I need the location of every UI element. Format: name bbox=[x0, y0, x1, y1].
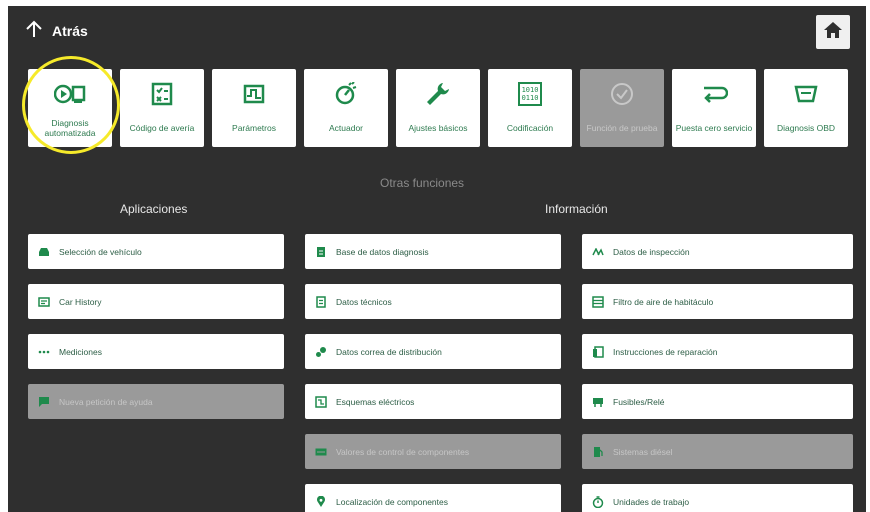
actuator-icon bbox=[304, 81, 388, 107]
row-label: Selección de vehículo bbox=[59, 246, 142, 257]
row-label: Instrucciones de reparación bbox=[613, 346, 718, 357]
tile-label: Parámetros bbox=[232, 123, 276, 133]
chat-icon bbox=[38, 396, 50, 408]
tile-ajustes-basicos[interactable]: Ajustes básicos bbox=[396, 69, 480, 147]
auto-diagnosis-icon bbox=[28, 81, 112, 107]
coding-icon: 1010 0110 bbox=[488, 81, 572, 107]
tile-label: Ajustes básicos bbox=[408, 123, 468, 133]
row-label: Car History bbox=[59, 296, 102, 307]
obd-icon bbox=[764, 81, 848, 107]
svg-text:0110: 0110 bbox=[522, 94, 539, 102]
row-car-history[interactable]: Car History bbox=[28, 284, 284, 319]
home-button[interactable] bbox=[816, 15, 850, 49]
tile-label: Diagnosis automatizada bbox=[44, 118, 96, 138]
row-nueva-peticion-de-ayuda[interactable]: Nueva petición de ayuda bbox=[28, 384, 284, 419]
dots-icon bbox=[38, 346, 50, 358]
row-seleccion-de-vehiculo[interactable]: Selección de vehículo bbox=[28, 234, 284, 269]
back-button[interactable]: Atrás bbox=[26, 20, 88, 42]
row-label: Filtro de aire de habitáculo bbox=[613, 296, 714, 307]
row-datos-tecnicos[interactable]: Datos técnicos bbox=[305, 284, 561, 319]
row-instrucciones-de-reparacion[interactable]: Instrucciones de reparación bbox=[582, 334, 853, 369]
row-label: Datos técnicos bbox=[336, 296, 392, 307]
history-icon bbox=[38, 296, 50, 308]
row-sistemas-diesel[interactable]: Sistemas diésel bbox=[582, 434, 853, 469]
document-icon bbox=[315, 295, 327, 308]
database-icon bbox=[315, 246, 327, 258]
home-icon bbox=[824, 21, 842, 43]
row-label: Fusibles/Relé bbox=[613, 396, 665, 407]
row-label: Valores de control de componentes bbox=[336, 446, 470, 457]
tile-label: Código de avería bbox=[129, 123, 195, 133]
tile-actuador[interactable]: Actuador bbox=[304, 69, 388, 147]
row-unidades-de-trabajo[interactable]: Unidades de trabajo bbox=[582, 484, 853, 512]
app-screen: Atrás Diagnosis automatizada Código de a… bbox=[8, 6, 866, 512]
row-esquemas-electricos[interactable]: Esquemas eléctricos bbox=[305, 384, 561, 419]
row-datos-de-inspeccion[interactable]: Datos de inspección bbox=[582, 234, 853, 269]
service-reset-icon bbox=[672, 81, 756, 107]
tile-label: Función de prueba bbox=[586, 123, 658, 133]
row-label: Base de datos diagnosis bbox=[336, 246, 429, 257]
belt-icon bbox=[315, 346, 327, 358]
fuse-icon bbox=[592, 396, 604, 408]
tile-label: Actuador bbox=[328, 123, 364, 133]
row-datos-correa-de-distribucion[interactable]: Datos correa de distribución bbox=[305, 334, 561, 369]
row-label: Sistemas diésel bbox=[613, 446, 673, 457]
location-pin-icon bbox=[315, 495, 327, 508]
row-filtro-de-aire-de-habitaculo[interactable]: Filtro de aire de habitáculo bbox=[582, 284, 853, 319]
fuel-pump-icon bbox=[592, 446, 604, 458]
row-mediciones[interactable]: Mediciones bbox=[28, 334, 284, 369]
row-label: Localización de componentes bbox=[336, 496, 448, 507]
row-label: Unidades de trabajo bbox=[613, 496, 690, 507]
row-label: Nueva petición de ayuda bbox=[59, 396, 153, 407]
informacion-heading: Información bbox=[545, 202, 608, 216]
instructions-icon bbox=[592, 345, 604, 358]
check-circle-icon bbox=[580, 81, 664, 107]
tile-puesta-cero-servicio[interactable]: Puesta cero servicio bbox=[672, 69, 756, 147]
row-base-de-datos-diagnosis[interactable]: Base de datos diagnosis bbox=[305, 234, 561, 269]
tile-label: Diagnosis OBD bbox=[776, 123, 836, 133]
tile-parametros[interactable]: Parámetros bbox=[212, 69, 296, 147]
back-label: Atrás bbox=[52, 23, 88, 39]
row-label: Mediciones bbox=[59, 346, 102, 357]
inspection-icon bbox=[592, 246, 604, 258]
tile-funcion-de-prueba[interactable]: Función de prueba bbox=[580, 69, 664, 147]
car-icon bbox=[38, 246, 50, 258]
row-fusibles-rele[interactable]: Fusibles/Relé bbox=[582, 384, 853, 419]
timer-icon bbox=[592, 495, 604, 508]
row-label: Esquemas eléctricos bbox=[336, 396, 415, 407]
component-values-icon bbox=[315, 446, 327, 458]
wrench-icon bbox=[396, 81, 480, 107]
arrow-up-icon bbox=[26, 20, 42, 42]
parameters-icon bbox=[212, 81, 296, 107]
tile-label: Puesta cero servicio bbox=[675, 123, 753, 133]
fault-code-icon bbox=[120, 81, 204, 107]
otras-funciones-heading: Otras funciones bbox=[380, 176, 465, 190]
svg-text:1010: 1010 bbox=[522, 86, 539, 94]
top-bar: Atrás bbox=[8, 6, 866, 58]
row-label: Datos correa de distribución bbox=[336, 346, 442, 357]
tile-codigo-de-averia[interactable]: Código de avería bbox=[120, 69, 204, 147]
tile-codificacion[interactable]: 1010 0110 Codificación bbox=[488, 69, 572, 147]
wiring-icon bbox=[315, 395, 327, 408]
tile-label: Codificación bbox=[506, 123, 554, 133]
row-label: Datos de inspección bbox=[613, 246, 690, 257]
tile-diagnosis-obd[interactable]: Diagnosis OBD bbox=[764, 69, 848, 147]
row-valores-de-control-de-componentes[interactable]: Valores de control de componentes bbox=[305, 434, 561, 469]
row-localizacion-de-componentes[interactable]: Localización de componentes bbox=[305, 484, 561, 512]
aplicaciones-heading: Aplicaciones bbox=[120, 202, 188, 216]
tile-diagnosis-automatizada[interactable]: Diagnosis automatizada bbox=[28, 69, 112, 147]
filter-icon bbox=[592, 295, 604, 308]
